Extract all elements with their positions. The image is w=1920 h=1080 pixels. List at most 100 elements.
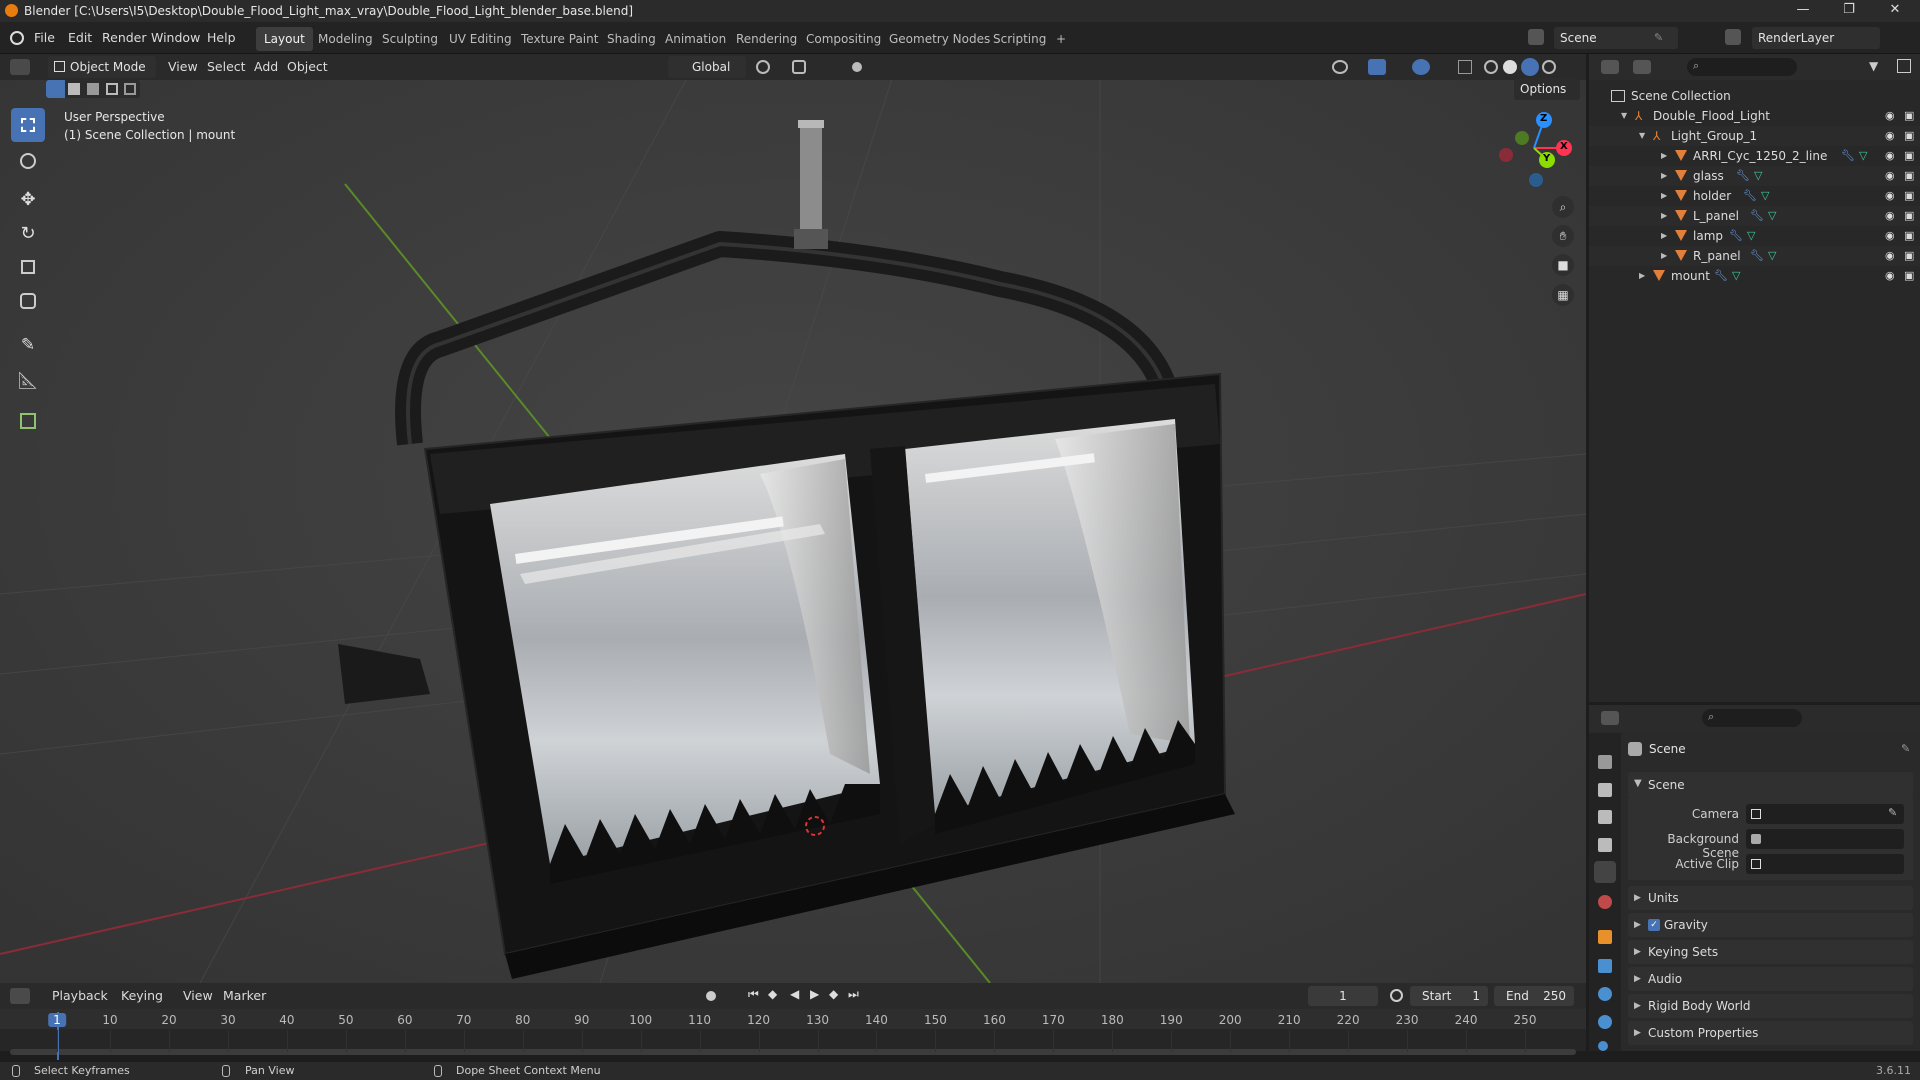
solid-shading-icon[interactable] — [1503, 60, 1517, 74]
workspace-tab-texture-paint[interactable]: Texture Paint — [513, 27, 606, 51]
mesh-data-icon[interactable]: ▽ — [1754, 166, 1762, 186]
workspace-tab-modeling[interactable]: Modeling — [310, 27, 381, 51]
select-extend-icon[interactable] — [68, 83, 80, 95]
render-visibility-icon[interactable]: ▣ — [1904, 266, 1914, 286]
workspace-tab-compositing[interactable]: Compositing — [798, 27, 889, 51]
gravity-checkbox[interactable]: ✓ — [1648, 919, 1660, 931]
properties-panel-header[interactable]: ▶ Keying Sets — [1628, 940, 1913, 964]
transform-tool[interactable] — [11, 284, 45, 318]
select-box-tool[interactable] — [11, 108, 45, 142]
render-visibility-icon[interactable]: ▣ — [1904, 226, 1914, 246]
view-layer-tab-icon[interactable] — [1598, 838, 1612, 852]
scale-tool[interactable] — [11, 250, 45, 284]
workspace-tab-rendering[interactable]: Rendering — [728, 27, 805, 51]
workspace-tab-shading[interactable]: Shading — [599, 27, 664, 51]
select-intersect-icon[interactable] — [124, 83, 136, 95]
mesh-data-icon[interactable]: ▽ — [1732, 266, 1740, 286]
modifier-icon[interactable]: 🔧︎ — [1750, 246, 1764, 266]
mesh-data-icon[interactable]: ▽ — [1761, 186, 1769, 206]
outliner-row-scene-collection[interactable]: Scene Collection — [1589, 86, 1920, 106]
material-shading-icon[interactable] — [1521, 58, 1539, 76]
rotate-tool[interactable]: ↻ — [11, 216, 45, 250]
add-workspace-button[interactable]: + — [1048, 27, 1074, 51]
timeline-editor-icon[interactable] — [10, 988, 30, 1004]
snap-icon[interactable] — [792, 60, 806, 74]
disclosure-triangle-icon[interactable]: ▼ — [1621, 106, 1627, 126]
disclosure-triangle-icon[interactable]: ▶ — [1661, 146, 1667, 166]
workspace-tab-animation[interactable]: Animation — [657, 27, 734, 51]
timeline-scrollbar[interactable] — [10, 1049, 1576, 1055]
properties-panel-header[interactable]: ▶ Audio — [1628, 967, 1913, 991]
current-frame-field[interactable]: 1 — [1308, 986, 1378, 1006]
mesh-data-icon[interactable]: ▽ — [1768, 246, 1776, 266]
measure-tool[interactable]: 📐︎ — [11, 364, 45, 398]
jump-end-icon[interactable]: ⏭ — [848, 987, 859, 1002]
render-visibility-icon[interactable]: ▣ — [1904, 186, 1914, 206]
visibility-eye-icon[interactable]: ◉ — [1885, 146, 1895, 166]
ortho-toggle-button[interactable]: ▦ — [1552, 284, 1574, 306]
render-visibility-icon[interactable]: ▣ — [1904, 106, 1914, 126]
scene-tab-icon[interactable] — [1594, 861, 1616, 883]
pivot-icon[interactable] — [756, 60, 770, 74]
select-new-icon[interactable] — [46, 80, 65, 98]
preview-range-icon[interactable] — [1390, 989, 1403, 1002]
outliner-row[interactable]: ▼ ⅄ Light_Group_1 ◉ ▣ — [1589, 126, 1920, 146]
visibility-eye-icon[interactable]: ◉ — [1885, 186, 1895, 206]
pan-view-button[interactable]: ✋︎ — [1552, 225, 1574, 247]
menu-edit[interactable]: Edit — [68, 22, 92, 54]
pin-icon[interactable]: ✎ — [1901, 742, 1910, 755]
new-collection-icon[interactable] — [1897, 59, 1911, 73]
properties-panel-header[interactable]: ▶ ✓ Gravity — [1628, 913, 1913, 937]
render-visibility-icon[interactable]: ▣ — [1904, 126, 1914, 146]
visibility-eye-icon[interactable]: ◉ — [1885, 106, 1895, 126]
scene-panel-header[interactable]: ▼ Scene — [1628, 772, 1913, 798]
mesh-data-icon[interactable]: ▽ — [1747, 226, 1755, 246]
play-icon[interactable]: ▶ — [810, 987, 819, 1001]
workspace-tab-geometry-nodes[interactable]: Geometry Nodes — [881, 27, 998, 51]
scene-icon[interactable] — [1528, 29, 1544, 45]
pin-icon[interactable]: ✎ — [1654, 31, 1663, 44]
properties-panel-header[interactable]: ▶ Custom Properties — [1628, 1021, 1913, 1045]
render-visibility-icon[interactable]: ▣ — [1904, 206, 1914, 226]
workspace-tab-uv-editing[interactable]: UV Editing — [441, 27, 520, 51]
menu-help[interactable]: Help — [207, 22, 236, 54]
select-subtract-icon[interactable] — [87, 83, 99, 95]
mesh-data-icon[interactable]: ▽ — [1859, 146, 1867, 166]
world-tab-icon[interactable] — [1598, 895, 1612, 909]
outliner-row[interactable]: ▶ mount 🔧︎ ▽ ◉ ▣ — [1589, 266, 1920, 286]
end-frame-field[interactable]: End 250 — [1494, 986, 1574, 1006]
jump-start-icon[interactable]: ⏮ — [748, 987, 759, 1002]
render-visibility-icon[interactable]: ▣ — [1904, 166, 1914, 186]
disclosure-triangle-icon[interactable]: ▶ — [1661, 246, 1667, 266]
outliner-search-input[interactable] — [1687, 58, 1797, 76]
close-button[interactable]: ✕ — [1872, 0, 1918, 22]
navigation-gizmo[interactable]: X Z Y — [1492, 110, 1572, 190]
properties-search-input[interactable] — [1702, 709, 1802, 727]
zoom-view-button[interactable]: ⌕ — [1552, 196, 1574, 218]
outliner-row[interactable]: ▶ lamp 🔧︎ ▽ ◉ ▣ — [1589, 226, 1920, 246]
disclosure-triangle-icon[interactable]: ▶ — [1639, 266, 1645, 286]
gizmo-toggle-icon[interactable] — [1368, 59, 1386, 75]
options-button[interactable]: Options — [1514, 78, 1580, 100]
display-mode-icon[interactable] — [1633, 60, 1651, 74]
add-cube-tool[interactable] — [11, 404, 45, 438]
background-scene-field[interactable] — [1746, 829, 1904, 849]
overlay-toggle-icon[interactable] — [1412, 59, 1430, 75]
viewport-menu-select[interactable]: Select — [207, 51, 246, 83]
view-layer-icon[interactable] — [1725, 29, 1741, 45]
visibility-eye-icon[interactable]: ◉ — [1885, 166, 1895, 186]
constraints-tab-icon[interactable] — [1598, 1041, 1608, 1051]
maximize-button[interactable]: ❐ — [1826, 0, 1872, 22]
disclosure-triangle-icon[interactable]: ▶ — [1661, 226, 1667, 246]
visibility-eye-icon[interactable]: ◉ — [1885, 266, 1895, 286]
wireframe-shading-icon[interactable] — [1484, 60, 1498, 74]
disclosure-triangle-icon[interactable]: ▼ — [1639, 126, 1645, 146]
filter-icon[interactable]: ▼ — [1869, 59, 1878, 73]
auto-keying-icon[interactable] — [706, 991, 716, 1001]
workspace-tab-layout[interactable]: Layout — [256, 27, 313, 51]
visibility-eye-icon[interactable]: ◉ — [1885, 206, 1895, 226]
rendered-shading-icon[interactable] — [1542, 60, 1556, 74]
mesh-data-icon[interactable]: ▽ — [1768, 206, 1776, 226]
camera-view-button[interactable]: ■ — [1552, 254, 1574, 276]
visibility-eye-icon[interactable]: ◉ — [1885, 126, 1895, 146]
